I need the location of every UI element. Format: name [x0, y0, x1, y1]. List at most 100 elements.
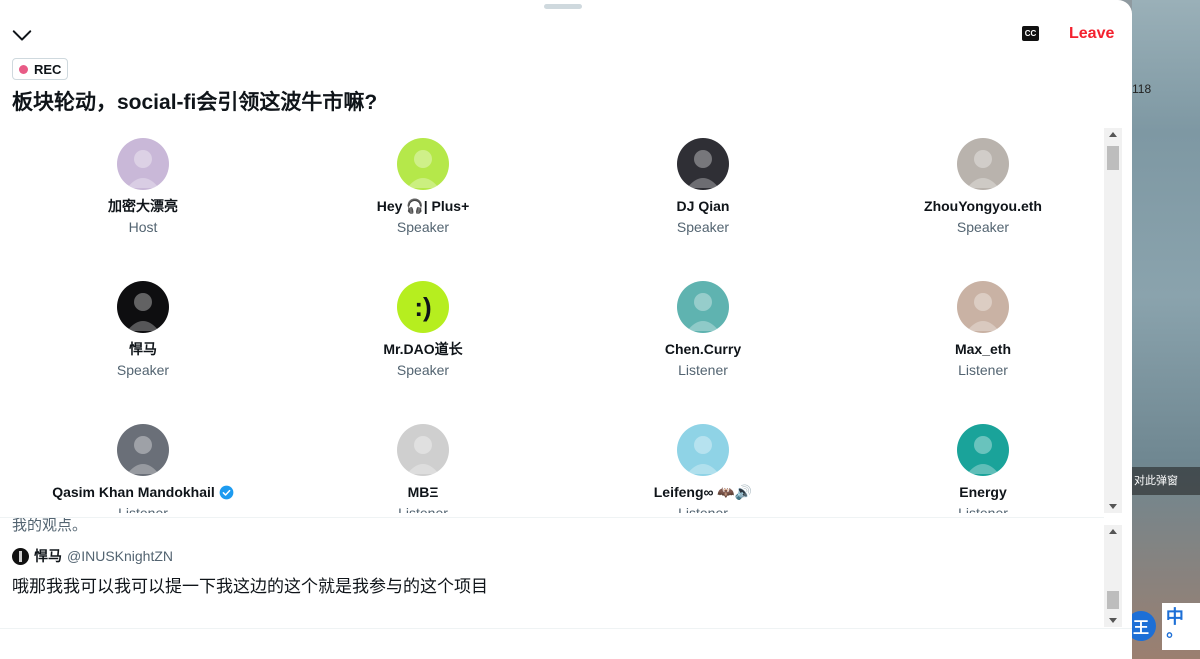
- ime-indicator[interactable]: 王 中 °: [1126, 602, 1200, 650]
- avatar[interactable]: [117, 424, 169, 476]
- participant-name: ZhouYongyou.eth: [924, 197, 1042, 215]
- participant-card[interactable]: Max_eth Listener: [843, 281, 1104, 424]
- participant-role: Speaker: [396, 219, 450, 235]
- participants-list: 加密大漂亮 Host Hey 🎧| Plus+ Speaker DJ Qian Speak…: [0, 128, 1104, 513]
- previous-caption: 我的观点。: [12, 518, 88, 534]
- participant-name: Qasim Khan Mandokhail: [52, 483, 234, 501]
- participant-card[interactable]: Chen.Curry Listener: [563, 281, 843, 424]
- participant-role: Speaker: [116, 362, 170, 378]
- participant-role: Listener: [398, 505, 448, 513]
- participant-name-text: Energy: [959, 484, 1007, 500]
- participant-card[interactable]: DJ Qian Speaker: [563, 138, 843, 281]
- participant-card[interactable]: 悍马 Speaker: [3, 281, 283, 424]
- participant-name: MBΞ: [408, 483, 439, 501]
- participant-name: Hey 🎧| Plus+: [377, 197, 470, 215]
- space-title: 板块轮动，social-fi会引领这波牛市嘛?: [12, 91, 378, 114]
- participant-role: Listener: [678, 362, 728, 378]
- leave-button[interactable]: Leave: [1069, 25, 1114, 43]
- participant-role: Speaker: [396, 362, 450, 378]
- divider: [0, 628, 1132, 629]
- participant-name-text: Qasim Khan Mandokhail: [52, 484, 215, 500]
- participant-card[interactable]: 加密大漂亮 Host: [3, 138, 283, 281]
- participant-role: Speaker: [956, 219, 1010, 235]
- scrollbar-thumb[interactable]: [1107, 591, 1119, 609]
- person-icon: [967, 436, 999, 474]
- person-icon: [127, 436, 159, 474]
- recording-badge: REC: [12, 58, 69, 80]
- avatar-glyph: :): [414, 291, 432, 322]
- avatar[interactable]: [957, 281, 1009, 333]
- avatar[interactable]: [117, 281, 169, 333]
- participant-name-text: Hey 🎧| Plus+: [376, 197, 470, 214]
- participant-name-text: 悍马: [129, 341, 157, 357]
- participant-card[interactable]: Leifeng∞ 🦇🔊 Listener: [563, 424, 843, 513]
- recording-label: REC: [34, 61, 62, 77]
- person-icon: [687, 293, 719, 331]
- caption-scrollbar[interactable]: [1104, 525, 1122, 627]
- avatar[interactable]: [677, 281, 729, 333]
- participant-role: Listener: [118, 505, 168, 513]
- speaker-handle: @INUSKnightZN: [67, 548, 174, 564]
- participant-card[interactable]: Hey 🎧| Plus+ Speaker: [283, 138, 563, 281]
- speaker-name: 悍马: [34, 548, 62, 564]
- participant-name-text: MBΞ: [407, 484, 439, 500]
- person-icon: [407, 150, 439, 188]
- participant-name: Leifeng∞ 🦇🔊: [654, 483, 753, 501]
- avatar[interactable]: [397, 138, 449, 190]
- participant-name: 加密大漂亮: [108, 197, 178, 215]
- scroll-down-arrow-icon[interactable]: [1109, 504, 1117, 509]
- participant-name: Energy: [959, 483, 1006, 501]
- participant-name: DJ Qian: [677, 197, 730, 215]
- participant-card[interactable]: Energy Listener: [843, 424, 1104, 513]
- caption-text: 哦那我我可以我可以提一下我这边的这个就是我参与的这个项目: [12, 577, 488, 596]
- caption-area: 我的观点。 悍马 @INUSKnightZN 哦那我我可以我可以提一下我这边的这…: [0, 518, 1104, 628]
- ime-mode-text[interactable]: 中 °: [1161, 602, 1200, 650]
- desktop-popup-bar[interactable]: 对此弹窗: [1132, 467, 1200, 495]
- scroll-up-arrow-icon[interactable]: [1109, 132, 1117, 137]
- participant-name-text: DJ Qian: [676, 198, 730, 214]
- avatar[interactable]: [117, 138, 169, 190]
- drag-handle[interactable]: [544, 4, 582, 9]
- participant-name-text: ZhouYongyou.eth: [924, 198, 1042, 214]
- desktop-background: 118 对此弹窗: [1132, 0, 1200, 659]
- participant-role: Host: [128, 219, 158, 235]
- captions-icon[interactable]: CC: [1022, 26, 1039, 41]
- person-icon: [687, 150, 719, 188]
- participant-name-text: Leifeng∞ 🦇🔊: [653, 483, 753, 500]
- verified-badge-icon: [219, 485, 234, 499]
- caption-speaker: 悍马 @INUSKnightZN: [12, 546, 173, 566]
- person-icon: [19, 550, 22, 562]
- participant-role: Listener: [678, 505, 728, 513]
- participant-card[interactable]: MBΞ Listener: [283, 424, 563, 513]
- participant-card[interactable]: ZhouYongyou.eth Speaker: [843, 138, 1104, 281]
- participant-role: Listener: [958, 505, 1008, 513]
- avatar[interactable]: [957, 138, 1009, 190]
- speaker-avatar: [12, 547, 29, 565]
- scroll-down-arrow-icon[interactable]: [1109, 618, 1117, 623]
- participant-name: Mr.DAO道长: [383, 340, 462, 358]
- participant-name-text: Max_eth: [954, 341, 1012, 357]
- avatar[interactable]: [397, 424, 449, 476]
- avatar[interactable]: [677, 138, 729, 190]
- participant-name-text: Chen.Curry: [664, 341, 742, 357]
- participant-name: Max_eth: [955, 340, 1011, 358]
- avatar[interactable]: [957, 424, 1009, 476]
- participant-name-text: Mr.DAO道长: [383, 341, 463, 357]
- person-icon: [407, 436, 439, 474]
- desktop-number: 118: [1132, 82, 1152, 96]
- recording-dot-icon: [19, 64, 28, 74]
- participant-card[interactable]: Qasim Khan Mandokhail Listener: [3, 424, 283, 513]
- person-icon: [687, 436, 719, 474]
- person-icon: [967, 150, 999, 188]
- chevron-down-icon[interactable]: [11, 24, 33, 46]
- participant-card[interactable]: :) Mr.DAO道长 Speaker: [283, 281, 563, 424]
- participant-name: Chen.Curry: [665, 340, 741, 358]
- avatar[interactable]: [677, 424, 729, 476]
- participants-scrollbar[interactable]: [1104, 128, 1122, 513]
- avatar[interactable]: :): [397, 281, 449, 333]
- scrollbar-thumb[interactable]: [1107, 146, 1119, 170]
- scroll-up-arrow-icon[interactable]: [1109, 529, 1117, 534]
- participant-name-text: 加密大漂亮: [108, 198, 178, 214]
- person-icon: [967, 293, 999, 331]
- participant-role: Speaker: [676, 219, 730, 235]
